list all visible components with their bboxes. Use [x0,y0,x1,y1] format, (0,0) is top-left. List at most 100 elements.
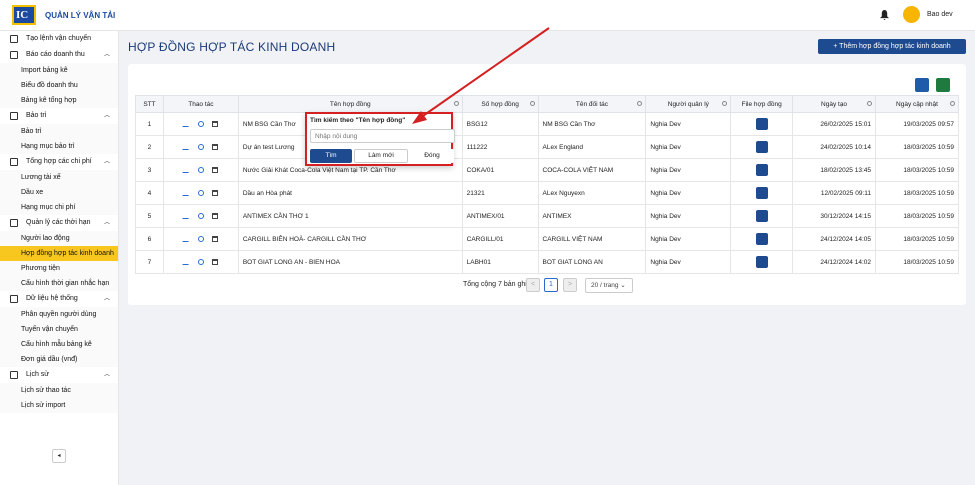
table-cell [162,227,239,251]
sidebar-group-costs[interactable]: Tổng hợp các chi phí ︿ [0,154,118,170]
cell-contract-name: BOT GIAT LONG AN - BIEN HOA [242,258,341,266]
cell-contract-name: ANTIMEX CẦN THƠ 1 [242,212,309,220]
cell-contract-name: Dự án test Lương [242,143,295,151]
column-header-label: Số hợp đồng [481,100,519,108]
sidebar-item[interactable]: Lịch sử import [0,398,118,413]
file-icon[interactable] [755,164,768,176]
prev-page-button[interactable]: < [526,278,540,292]
sidebar-item[interactable]: Biểu đồ doanh thu [0,78,118,93]
table-cell: Nghia Dev [645,158,732,182]
sidebar-item[interactable]: Lịch sử thao tác [0,383,118,398]
file-icon[interactable] [755,141,768,153]
column-header[interactable]: Người quản lý [645,95,732,113]
sidebar-group-system-data[interactable]: Dữ liệu hệ thống ︿ [0,291,118,307]
download-icon[interactable] [915,78,929,92]
sidebar-group-revenue[interactable]: Báo cáo doanh thu ︿ [0,47,118,63]
reset-button[interactable]: Làm mới [354,149,408,163]
trash-icon[interactable] [211,166,218,173]
sidebar-item[interactable]: Cấu hình thời gian nhắc hạn [0,276,118,291]
app-logo[interactable]: IC [12,5,36,25]
sidebar-item[interactable]: Phân quyền người dùng [0,307,118,322]
edit-icon[interactable] [182,120,192,127]
search-icon[interactable] [637,101,643,106]
collapse-sidebar-button[interactable]: ◂ [52,449,66,463]
file-icon[interactable] [755,233,768,245]
eye-icon[interactable] [197,189,204,196]
excel-icon[interactable] [936,78,950,92]
trash-icon[interactable] [211,120,218,127]
sidebar-item[interactable]: Tuyến vận chuyển [0,322,118,337]
cell-manager: Nghia Dev [650,120,681,128]
sidebar-item[interactable]: Hạng mục bảo trì [0,139,118,154]
sidebar-item[interactable]: Lương tài xế [0,170,118,185]
trash-icon[interactable] [211,258,218,265]
sidebar-item[interactable]: Dầu xe [0,185,118,200]
table-cell: CARGILL VIỆT NAM [537,227,647,251]
sidebar-group-maintenance[interactable]: Bảo trì ︿ [0,108,118,124]
sidebar-item[interactable]: Bảng kê tổng hợp [0,93,118,108]
table-cell: 24/12/2024 14:02 [792,250,876,274]
table-cell: 7 [135,250,164,274]
table-cell: 18/03/2025 10:59 [875,204,959,228]
close-button[interactable]: Đóng [410,149,454,163]
eye-icon[interactable] [197,212,204,219]
username[interactable]: Bao dev [927,11,953,18]
table-cell [730,112,794,136]
eye-icon[interactable] [197,258,204,265]
sidebar-item[interactable]: Bảo trì [0,124,118,139]
avatar[interactable] [903,6,920,23]
eye-icon[interactable] [197,235,204,242]
trash-icon[interactable] [211,212,218,219]
eye-icon[interactable] [197,120,204,127]
edit-icon[interactable] [182,143,192,150]
bell-icon[interactable] [880,10,889,20]
file-icon[interactable] [755,187,768,199]
file-icon[interactable] [755,210,768,222]
file-icon[interactable] [755,256,768,268]
table-cell: 18/03/2025 10:59 [875,227,959,251]
table-cell: 26/02/2025 15:01 [792,112,876,136]
column-header[interactable]: Tên đối tác [537,95,647,113]
sidebar-item[interactable]: Hạng mục chi phí [0,200,118,215]
column-header[interactable]: Ngày tạo [792,95,876,113]
search-icon[interactable] [529,101,535,106]
sidebar-item-create-order[interactable]: Tạo lệnh vận chuyển [0,31,118,47]
trash-icon[interactable] [211,235,218,242]
page-button[interactable]: 1 [544,278,558,292]
sort-icon[interactable] [867,101,872,106]
trash-icon[interactable] [211,143,218,150]
trash-icon[interactable] [211,189,218,196]
add-contract-button[interactable]: + Thêm hợp đồng hợp tác kinh doanh [818,39,966,54]
cell-created: 24/02/2025 10:14 [820,143,871,151]
cell-manager: Nghia Dev [650,166,681,174]
sidebar-item[interactable]: Phương tiện [0,261,118,276]
sidebar-item-active[interactable]: Hợp đồng hợp tác kinh doanh [0,246,118,261]
column-header[interactable]: Ngày cập nhật [875,95,959,113]
edit-icon[interactable] [182,212,192,219]
search-icon[interactable] [453,101,459,106]
edit-icon[interactable] [182,166,192,173]
search-input[interactable] [310,129,455,143]
eye-icon[interactable] [197,143,204,150]
search-button[interactable]: Tìm [310,149,352,163]
table-cell: 2 [135,135,164,159]
eye-icon[interactable] [197,166,204,173]
edit-icon[interactable] [182,235,192,242]
sidebar-item[interactable]: Người lao động [0,231,118,246]
sidebar-group-label: Lịch sử [26,371,49,378]
table-cell: 1 [135,112,164,136]
edit-icon[interactable] [182,258,192,265]
sort-icon[interactable] [950,101,955,106]
sidebar-group-deadlines[interactable]: Quản lý các thời hạn ︿ [0,215,118,231]
search-icon[interactable] [722,101,728,106]
sidebar-item[interactable]: Cấu hình mẫu bảng kê [0,337,118,352]
file-icon[interactable] [755,118,768,130]
column-header-contract-name[interactable]: Tên hợp đồng [237,95,463,113]
edit-icon[interactable] [182,189,192,196]
sidebar-item[interactable]: Import bảng kê [0,63,118,78]
sidebar-item[interactable]: Đơn giá dầu (vnđ) [0,352,118,367]
sidebar-group-history[interactable]: Lịch sử ︿ [0,367,118,383]
next-page-button[interactable]: > [563,278,577,292]
column-header[interactable]: Số hợp đồng [461,95,539,113]
page-size-select[interactable]: 20 / trang ⌄ [585,278,633,293]
